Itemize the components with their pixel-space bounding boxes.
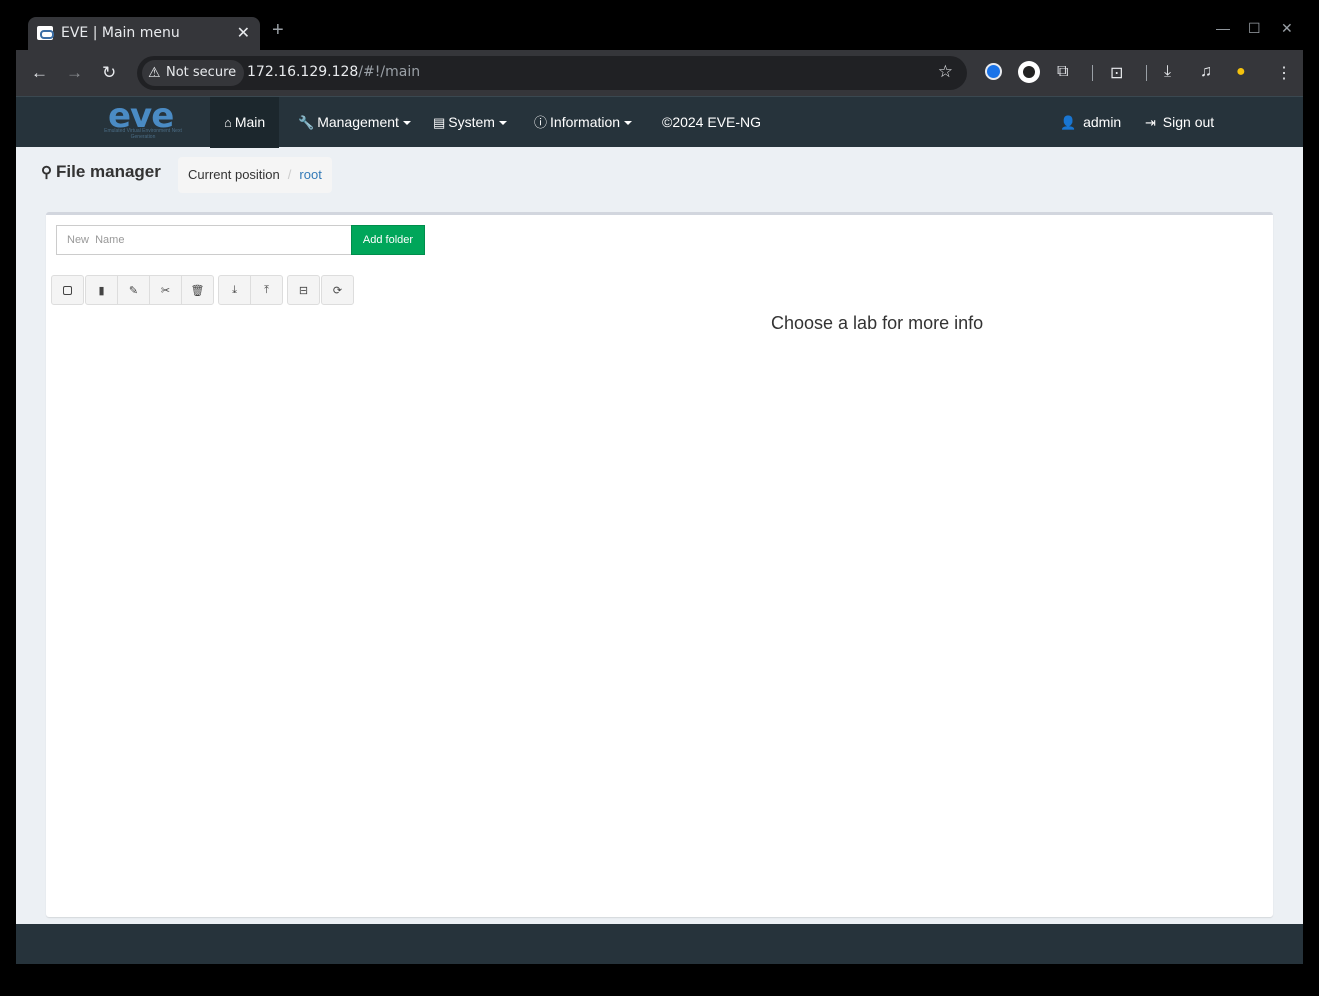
extension-round-icon[interactable] bbox=[1018, 61, 1040, 83]
menu-kebab-icon[interactable]: ⋮ bbox=[1276, 63, 1292, 83]
nav-main-label: Main bbox=[234, 114, 266, 130]
breadcrumb: Current position / root bbox=[178, 157, 332, 193]
select-group bbox=[51, 275, 84, 305]
nav-information-label: Information bbox=[550, 114, 621, 130]
address-bar[interactable]: ⚠ Not secure 172.16.129.128/#!/main ☆ bbox=[137, 56, 967, 90]
import-export-group: ⤓ ⤒ bbox=[218, 275, 283, 305]
archive-group: ⊟ bbox=[287, 275, 320, 305]
minimize-icon[interactable]: — bbox=[1216, 20, 1230, 36]
nav-management-label: Management bbox=[317, 114, 399, 130]
media-control-icon[interactable]: ♫ bbox=[1200, 63, 1212, 81]
rename-icon: ✎ bbox=[128, 284, 139, 297]
breadcrumb-separator: / bbox=[287, 167, 292, 182]
nav-system[interactable]: ▤ System bbox=[419, 97, 521, 148]
profile-avatar-icon[interactable]: ● bbox=[1236, 63, 1246, 81]
export-button[interactable]: ⤒ bbox=[250, 275, 283, 305]
browser-tab[interactable]: EVE | Main menu ✕ bbox=[28, 17, 260, 50]
caret-down-icon bbox=[498, 121, 507, 126]
new-file-button[interactable]: ▮ bbox=[85, 275, 118, 305]
archive-icon: ⊟ bbox=[298, 284, 309, 297]
nav-information[interactable]: ⓘ Information bbox=[520, 97, 646, 148]
nav-signout[interactable]: ⇥ Sign out bbox=[1131, 97, 1228, 148]
eve-logo[interactable]: eve Emulated Virtual Environment Next Ge… bbox=[96, 96, 188, 142]
nav-copyright[interactable]: ©2024 EVE-NG bbox=[648, 97, 775, 148]
home-icon: ⌂ bbox=[224, 115, 232, 130]
nav-main[interactable]: ⌂ Main bbox=[210, 97, 280, 148]
eve-favicon-icon bbox=[37, 26, 54, 40]
nav-copyright-label: ©2024 EVE-NG bbox=[662, 114, 762, 130]
tab-search-icon[interactable]: ⊡ bbox=[1110, 63, 1123, 83]
sign-out-icon: ⇥ bbox=[1145, 115, 1156, 130]
extensions-puzzle-icon[interactable]: ⧉ bbox=[1057, 63, 1068, 81]
browser-window: EVE | Main menu ✕ + — ☐ ✕ ← → ↻ ⚠ Not se… bbox=[16, 8, 1303, 964]
forward-icon[interactable]: → bbox=[66, 63, 83, 83]
toolbar-separator bbox=[1146, 65, 1147, 81]
nav-system-label: System bbox=[448, 114, 495, 130]
new-file-icon: ▮ bbox=[98, 284, 105, 297]
nav-user[interactable]: 👤 admin bbox=[1046, 97, 1135, 148]
url-path: /#!/main bbox=[358, 64, 421, 80]
tab-strip: EVE | Main menu ✕ + — ☐ ✕ bbox=[16, 8, 1303, 50]
browser-toolbar: ← → ↻ ⚠ Not secure 172.16.129.128/#!/mai… bbox=[16, 50, 1303, 96]
refresh-group: ⟳ bbox=[321, 275, 354, 305]
new-name-input[interactable] bbox=[56, 225, 352, 255]
page-footer bbox=[16, 924, 1303, 964]
book-icon: ▤ bbox=[433, 115, 446, 130]
refresh-icon: ⟳ bbox=[332, 284, 343, 297]
import-icon: ⤓ bbox=[232, 283, 237, 296]
logo-subtitle: Emulated Virtual Environment Next Genera… bbox=[104, 128, 182, 140]
import-button[interactable]: ⤓ bbox=[218, 275, 251, 305]
file-manager-panel: Add folder ▮ ✎ ✂ 🗑 ⤓ ⤒ ⊟ ⟳ Choose a lab … bbox=[46, 212, 1273, 917]
delete-button[interactable]: 🗑 bbox=[181, 275, 214, 305]
nav-user-label: admin bbox=[1083, 114, 1122, 130]
page-title-label: File manager bbox=[56, 162, 161, 181]
top-navbar: eve Emulated Virtual Environment Next Ge… bbox=[16, 96, 1303, 148]
edit-group: ▮ ✎ ✂ 🗑 bbox=[85, 275, 214, 305]
nav-management[interactable]: 🔧 Management bbox=[284, 97, 425, 148]
tab-title: EVE | Main menu bbox=[61, 25, 180, 41]
password-manager-icon[interactable] bbox=[985, 63, 1002, 80]
url-text: 172.16.129.128/#!/main bbox=[247, 64, 420, 80]
url-host: 172.16.129.128 bbox=[247, 64, 359, 80]
security-chip[interactable]: ⚠ Not secure bbox=[142, 60, 245, 86]
nav-signout-label: Sign out bbox=[1162, 114, 1215, 130]
lab-info-message: Choose a lab for more info bbox=[771, 313, 984, 333]
export-icon: ⤒ bbox=[264, 283, 269, 296]
info-icon: ⓘ bbox=[534, 115, 548, 130]
breadcrumb-root-link[interactable]: root bbox=[299, 167, 321, 182]
back-icon[interactable]: ← bbox=[31, 63, 48, 83]
select-all-button[interactable] bbox=[51, 275, 84, 305]
toolbar-separator bbox=[1092, 65, 1093, 81]
select-all-icon bbox=[63, 285, 72, 295]
new-tab-button[interactable]: + bbox=[272, 19, 284, 42]
archive-button[interactable]: ⊟ bbox=[287, 275, 320, 305]
caret-down-icon bbox=[624, 121, 633, 126]
page-content: eve Emulated Virtual Environment Next Ge… bbox=[16, 96, 1303, 964]
cut-icon: ✂ bbox=[160, 284, 171, 297]
cut-button[interactable]: ✂ bbox=[149, 275, 182, 305]
maximize-icon[interactable]: ☐ bbox=[1248, 20, 1261, 37]
delete-icon: 🗑 bbox=[190, 284, 205, 297]
security-label: Not secure bbox=[166, 65, 237, 80]
bookmark-star-icon[interactable]: ☆ bbox=[938, 62, 953, 82]
tab-close-icon[interactable]: ✕ bbox=[237, 23, 250, 43]
add-folder-button[interactable]: Add folder bbox=[351, 225, 425, 255]
reload-icon[interactable]: ↻ bbox=[102, 63, 116, 83]
sitemap-icon: ⚲ bbox=[41, 164, 52, 181]
download-icon[interactable]: ⤓ bbox=[1164, 63, 1171, 81]
page-title: ⚲ File manager bbox=[41, 162, 161, 182]
caret-down-icon bbox=[402, 121, 411, 126]
user-icon: 👤 bbox=[1060, 115, 1077, 130]
rename-button[interactable]: ✎ bbox=[117, 275, 150, 305]
refresh-button[interactable]: ⟳ bbox=[321, 275, 354, 305]
close-window-icon[interactable]: ✕ bbox=[1281, 20, 1293, 37]
warning-icon: ⚠ bbox=[148, 65, 161, 81]
wrench-icon: 🔧 bbox=[298, 115, 315, 130]
breadcrumb-label: Current position bbox=[188, 167, 280, 182]
